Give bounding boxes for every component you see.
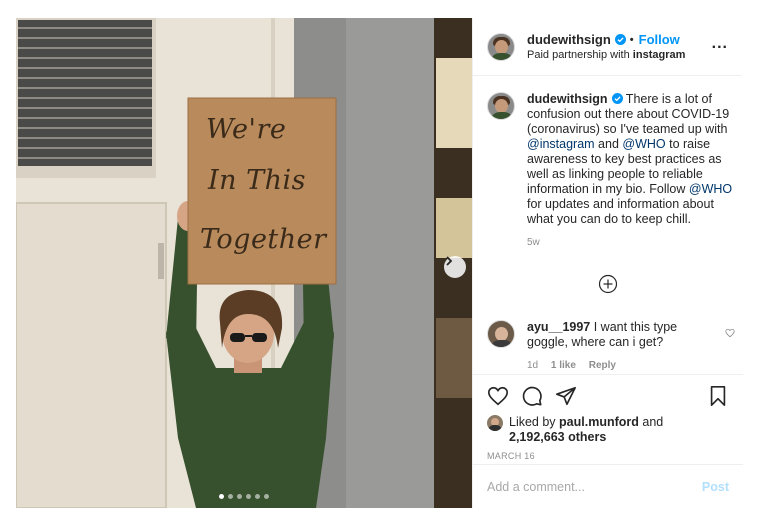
add-comment-input[interactable] [487, 479, 702, 494]
carousel-dots [16, 494, 472, 499]
heart-icon[interactable] [487, 385, 509, 407]
carousel-dot [246, 494, 251, 499]
carousel-dot [264, 494, 269, 499]
post-header: dudewithsign • Follow Paid partnership w… [473, 18, 742, 76]
caption-avatar[interactable] [487, 92, 515, 120]
carousel-dot [219, 494, 224, 499]
partnership-prefix: Paid partnership with [527, 49, 630, 61]
caption-verified-icon [608, 92, 623, 106]
carousel-next-button[interactable] [444, 256, 466, 278]
likes-prefix: Liked by [509, 415, 560, 429]
bookmark-icon[interactable] [707, 385, 729, 407]
add-comment-bar: Post [473, 464, 743, 508]
more-options-icon[interactable]: ... [712, 35, 728, 53]
post-photo[interactable]: We're In This Together [16, 18, 472, 508]
share-icon[interactable] [555, 385, 577, 407]
caption-text: dudewithsign There is a lot of confusion… [527, 92, 737, 227]
carousel-dot [228, 494, 233, 499]
carousel-next-icon [446, 256, 453, 266]
partnership-link[interactable]: instagram [633, 49, 686, 61]
caption-username[interactable]: dudewithsign [527, 92, 608, 106]
post-sidebar: dudewithsign • Follow Paid partnership w… [472, 18, 743, 508]
caption: dudewithsign There is a lot of confusion… [487, 92, 732, 248]
liker-username[interactable]: paul.munford [559, 415, 639, 429]
caption-segment: for updates and information about what y… [527, 197, 714, 226]
comments-section: dudewithsign There is a lot of confusion… [473, 76, 742, 374]
sign-line-1: We're [206, 114, 287, 145]
comment-likes[interactable]: 1 like [551, 360, 576, 371]
mention-instagram[interactable]: @instagram [527, 137, 595, 151]
sign-line-2: In This [208, 165, 307, 196]
post-photo-illustration [16, 18, 472, 508]
avatar[interactable] [487, 32, 515, 61]
carousel-dot [237, 494, 242, 499]
caption-segment: and [594, 137, 623, 151]
likes-summary: Liked by paul.munford and 2,192,663 othe… [487, 415, 729, 445]
mention-who[interactable]: @WHO [689, 182, 732, 196]
post-comment-button[interactable]: Post [702, 480, 729, 494]
header-bullet: • [629, 33, 634, 46]
paid-partnership-label: Paid partnership with instagram [527, 49, 712, 61]
likes-count[interactable]: 2,192,663 others [509, 430, 606, 444]
comment-icon[interactable] [521, 385, 543, 407]
follow-button[interactable]: Follow [639, 32, 680, 47]
mention-who[interactable]: @WHO [622, 137, 665, 151]
carousel-dot [255, 494, 260, 499]
sign-line-3: Together [200, 224, 327, 255]
load-more-comments-icon[interactable] [598, 274, 618, 294]
comment-meta: 1d 1 like Reply [527, 360, 705, 371]
post-date: MARCH 16 [487, 451, 535, 461]
comment-text: ayu__1997 I want this type goggle, where… [527, 320, 705, 350]
like-comment-icon[interactable] [725, 328, 735, 338]
likes-and: and [638, 415, 664, 429]
comment-reply-button[interactable]: Reply [589, 360, 616, 371]
commenter-avatar[interactable] [487, 320, 515, 348]
post-username[interactable]: dudewithsign [527, 32, 611, 47]
caption-timestamp[interactable]: 5w [527, 237, 737, 248]
verified-badge-icon [614, 34, 626, 45]
comment-item: ayu__1997 I want this type goggle, where… [487, 320, 737, 371]
liker-avatar[interactable] [487, 415, 503, 431]
comment-time[interactable]: 1d [527, 360, 538, 371]
post-actions: Liked by paul.munford and 2,192,663 othe… [473, 374, 743, 461]
commenter-username[interactable]: ayu__1997 [527, 320, 590, 334]
